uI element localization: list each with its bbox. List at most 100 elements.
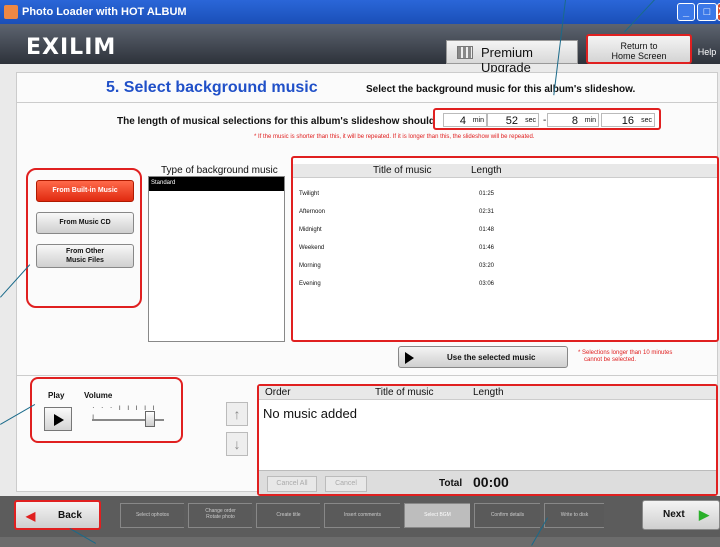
col-length-header: Length xyxy=(473,387,504,398)
wizard-step-label: Confirm details xyxy=(490,512,525,518)
max-seconds-field: 16 sec xyxy=(601,113,655,127)
music-title: Afternoon xyxy=(299,209,326,215)
return-label-line2: Home Screen xyxy=(611,51,667,61)
music-row[interactable]: Afternoon 02:31 xyxy=(299,209,494,215)
divider xyxy=(16,102,718,103)
music-row[interactable]: Evening 03:06 xyxy=(299,281,494,287)
volume-slider-knob[interactable] xyxy=(144,411,155,427)
step-description: Select the background music for this alb… xyxy=(366,84,636,95)
move-down-button[interactable]: ↓ xyxy=(226,432,248,456)
duration-warning: * Selections longer than 10 minutes cann… xyxy=(578,350,672,364)
cancel-all-button[interactable]: Cancel All xyxy=(267,476,317,492)
music-length: 01:48 xyxy=(479,227,495,233)
music-row[interactable]: Morning 03:20 xyxy=(299,263,494,269)
cancel-button[interactable]: Cancel xyxy=(325,476,367,492)
wizard-step: Create title xyxy=(256,503,320,528)
min-seconds-field: 52 sec xyxy=(487,113,539,127)
return-home-button[interactable]: Return to Home Screen xyxy=(586,34,692,64)
max-minutes-field: 8 min xyxy=(547,113,599,127)
wizard-step: Select BGM xyxy=(404,503,470,528)
from-other-files-button[interactable]: From Other Music Files xyxy=(36,244,134,268)
music-title: Morning xyxy=(299,263,321,269)
music-title: Weekend xyxy=(299,245,325,251)
music-title: Midnight xyxy=(299,227,322,233)
type-item-standard[interactable]: Standard xyxy=(149,177,284,191)
maximize-button[interactable]: □ xyxy=(697,3,717,21)
exilim-logo: EXILIM xyxy=(26,35,117,60)
music-table: Title of music Length Twilight 01:25 After… xyxy=(291,156,719,342)
step-title: 5. Select background music xyxy=(106,79,318,96)
next-arrow-icon: ▶ xyxy=(699,507,709,522)
premium-icon xyxy=(457,46,473,59)
wizard-step: Insert comments xyxy=(324,503,400,528)
back-arrow-icon: ◀ xyxy=(26,509,36,523)
empty-order-message: No music added xyxy=(263,406,357,421)
return-label-line1: Return to xyxy=(620,41,658,51)
play-icon xyxy=(54,414,64,426)
next-button[interactable]: Next ▶ xyxy=(642,500,720,530)
back-label: Back xyxy=(58,510,82,521)
max-seconds-value: 16 xyxy=(621,115,634,127)
back-button[interactable]: ◀ Back xyxy=(14,500,101,530)
minimize-button[interactable]: _ xyxy=(677,3,695,21)
unit-min: min xyxy=(584,117,596,124)
col-title-header: Title of music xyxy=(375,387,434,398)
total-label: Total xyxy=(439,478,463,489)
use-selected-music-button[interactable]: Use the selected music xyxy=(398,346,568,368)
range-dash: - xyxy=(543,115,547,126)
other-label-line2: Music Files xyxy=(66,257,104,264)
wizard-step-label: Select ophotos xyxy=(135,512,170,518)
col-length-header: Length xyxy=(471,165,502,176)
music-length: 02:31 xyxy=(479,209,495,215)
play-icon xyxy=(405,352,414,364)
next-label: Next xyxy=(663,509,685,520)
unit-min: min xyxy=(472,117,484,124)
duration-warning-line1: * Selections longer than 10 minutes xyxy=(578,350,673,356)
min-minutes-value: 4 xyxy=(459,115,466,127)
wizard-step-label: Create title xyxy=(276,512,301,518)
min-minutes-field: 4 min xyxy=(443,113,487,127)
music-title: Evening xyxy=(299,281,321,287)
music-title: Twilight xyxy=(299,191,320,197)
music-row[interactable]: Twilight 01:25 xyxy=(299,191,494,197)
total-value: 00:00 xyxy=(473,474,509,490)
unit-sec: sec xyxy=(525,117,536,124)
order-footer: Cancel All Cancel Total 00:00 xyxy=(259,470,716,494)
length-range: 4 min 52 sec - 8 min 16 sec xyxy=(433,108,661,130)
wizard-step-label-2: Rotate photo xyxy=(206,514,235,520)
music-row[interactable]: Midnight 01:48 xyxy=(299,227,494,233)
max-minutes-value: 8 xyxy=(571,115,578,127)
music-row[interactable]: Weekend 01:46 xyxy=(299,245,494,251)
from-builtin-music-button[interactable]: From Built-in Music xyxy=(36,180,134,202)
window-titlebar: Photo Loader with HOT ALBUM _ □ X xyxy=(0,0,720,24)
wizard-step: Write to disk xyxy=(544,503,604,528)
play-button[interactable] xyxy=(44,407,72,431)
type-list[interactable]: Standard xyxy=(148,176,285,342)
duration-warning-line2: cannot be selected. xyxy=(584,357,637,363)
wizard-step: Change order Rotate photo xyxy=(188,503,252,528)
use-button-label: Use the selected music xyxy=(447,353,536,362)
move-up-button[interactable]: ↑ xyxy=(226,402,248,426)
length-label: The length of musical selections for thi… xyxy=(117,116,450,127)
wizard-step-label: Select BGM xyxy=(424,512,451,518)
premium-label: Premium Upgrade xyxy=(481,45,534,75)
music-length: 03:20 xyxy=(479,263,495,269)
window-title: Photo Loader with HOT ALBUM xyxy=(22,6,187,18)
wizard-step: Select ophotos xyxy=(120,503,184,528)
col-order-header: Order xyxy=(265,387,291,398)
volume-label: Volume xyxy=(84,391,113,400)
help-button[interactable]: Help xyxy=(694,40,720,64)
type-list-label: Type of background music xyxy=(161,165,278,176)
unit-sec: sec xyxy=(641,117,652,124)
from-music-cd-button[interactable]: From Music CD xyxy=(36,212,134,234)
wizard-step-label: Insert comments xyxy=(344,512,381,518)
music-length: 01:25 xyxy=(479,191,495,197)
order-table: Order Title of music Length No music add… xyxy=(257,384,718,496)
music-length: 01:46 xyxy=(479,245,495,251)
divider xyxy=(16,375,718,376)
bottom-strip xyxy=(0,537,720,547)
play-label: Play xyxy=(48,391,65,400)
music-table-header: Title of music Length xyxy=(293,164,717,178)
wizard-step: Confirm details xyxy=(474,503,540,528)
source-panel: From Built-in Music From Music CD From O… xyxy=(26,168,142,308)
